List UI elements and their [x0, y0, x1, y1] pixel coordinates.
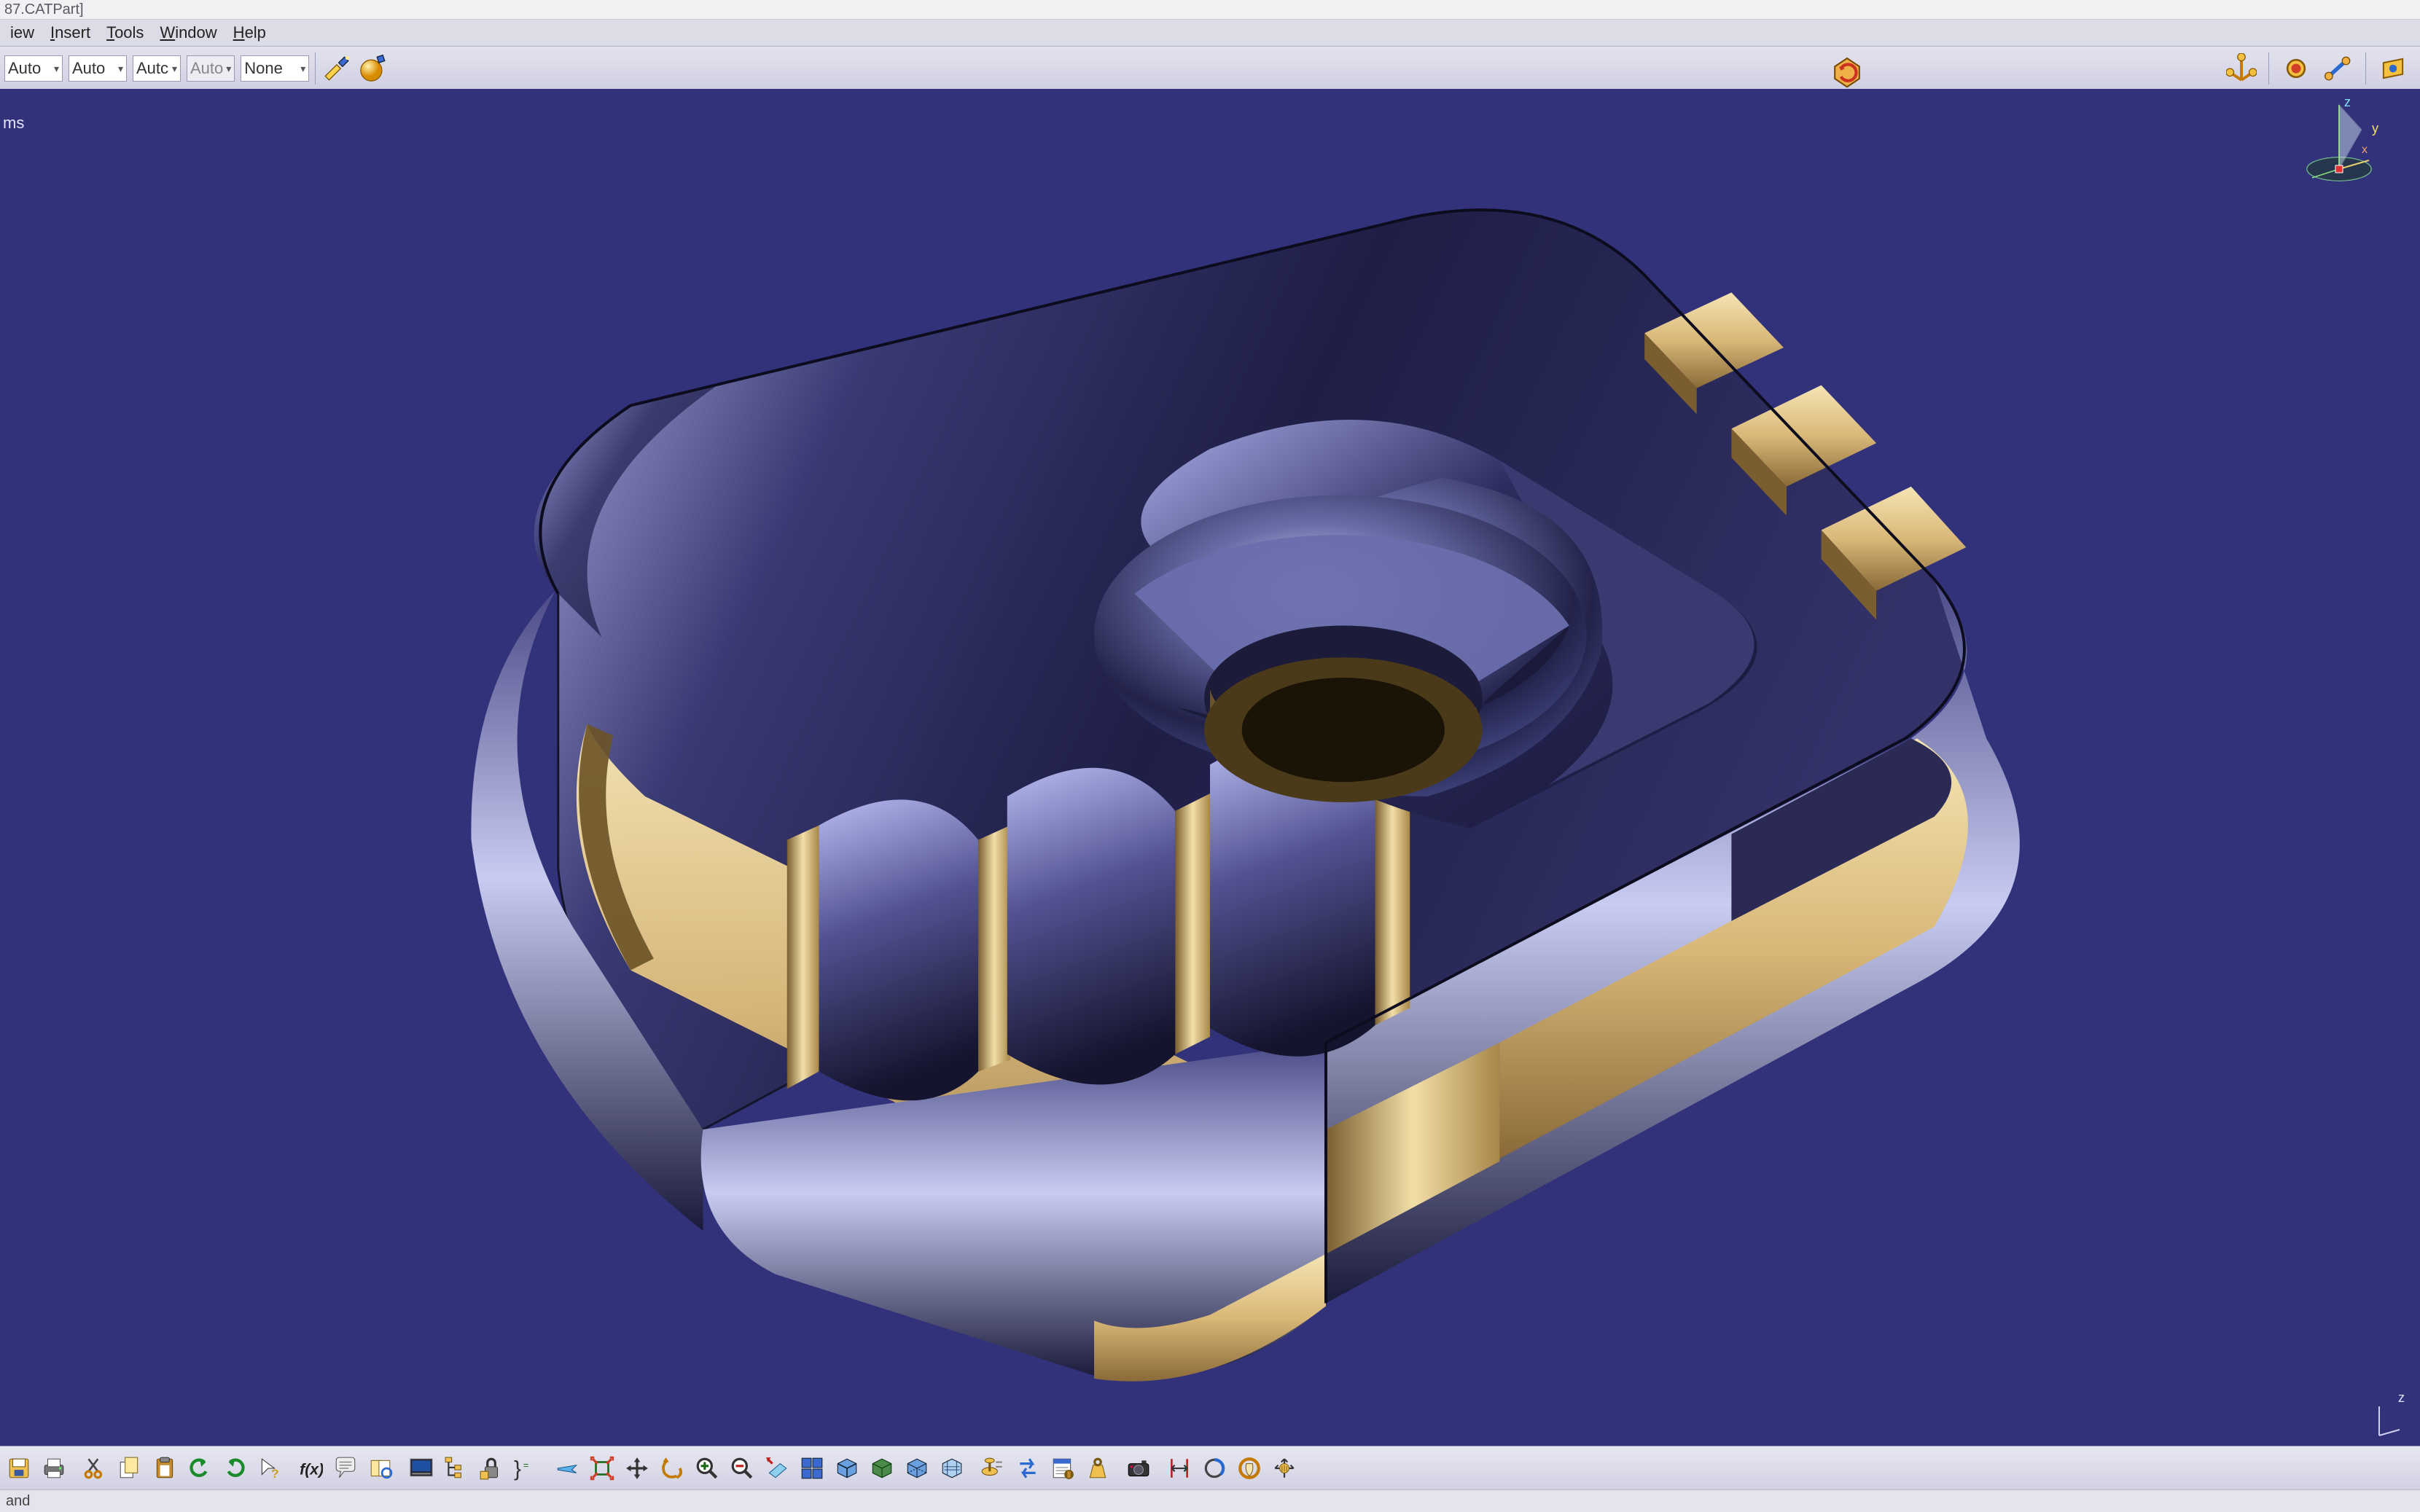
- svg-text:x: x: [2362, 144, 2368, 156]
- spec-tree-item[interactable]: ms: [0, 112, 27, 134]
- update-icon[interactable]: [1827, 48, 1867, 89]
- point-icon[interactable]: [2281, 53, 2311, 84]
- hidden-edges-icon[interactable]: [901, 1452, 933, 1484]
- wireframe-icon[interactable]: [936, 1452, 968, 1484]
- brace-icon[interactable]: }=: [510, 1452, 542, 1484]
- viewport-3d[interactable]: ms y x z z: [0, 89, 2420, 1446]
- menu-view[interactable]: iew: [3, 22, 42, 44]
- plane-icon[interactable]: [2378, 53, 2408, 84]
- svg-text:z: z: [2344, 96, 2351, 109]
- statusbar: and: [0, 1489, 2420, 1512]
- svg-text:?: ?: [271, 1467, 278, 1481]
- menubar: iew Insert Tools Window Help: [0, 20, 2420, 47]
- measure-between-icon[interactable]: [1163, 1452, 1195, 1484]
- formula-icon[interactable]: f(x): [294, 1452, 327, 1484]
- separator: [2365, 52, 2366, 85]
- pan-icon[interactable]: [621, 1452, 653, 1484]
- menu-insert[interactable]: Insert: [43, 22, 98, 44]
- fit-all-icon[interactable]: [586, 1452, 618, 1484]
- multiview-icon[interactable]: [796, 1452, 828, 1484]
- normal-view-icon[interactable]: [761, 1452, 793, 1484]
- lock-icon[interactable]: [475, 1452, 507, 1484]
- layer-combo[interactable]: None▾: [241, 55, 309, 82]
- svg-text:y: y: [2372, 121, 2378, 136]
- zoom-out-icon[interactable]: [726, 1452, 758, 1484]
- rotate-icon[interactable]: [656, 1452, 688, 1484]
- undo-icon[interactable]: [184, 1452, 216, 1484]
- hide-show-icon[interactable]: [977, 1452, 1009, 1484]
- manipulation-icon[interactable]: [1233, 1452, 1265, 1484]
- weight-icon[interactable]: [1082, 1452, 1114, 1484]
- properties-icon[interactable]: [1047, 1452, 1079, 1484]
- orbit-icon[interactable]: [1268, 1452, 1300, 1484]
- fly-icon[interactable]: [551, 1452, 583, 1484]
- color-combo[interactable]: Auto▾: [4, 55, 63, 82]
- titlebar: 87.CATPart]: [0, 0, 2420, 20]
- svg-text:f(x): f(x): [300, 1461, 323, 1478]
- dynamic-sectioning-icon[interactable]: [1198, 1452, 1230, 1484]
- redo-icon[interactable]: [219, 1452, 251, 1484]
- apply-material-icon[interactable]: [358, 53, 389, 84]
- document-title: 87.CATPart]: [4, 1, 84, 18]
- separator: [2268, 52, 2269, 85]
- swap-space-icon[interactable]: [1012, 1452, 1044, 1484]
- view-axis-indicator: z: [2373, 1393, 2407, 1441]
- iso-view-icon[interactable]: [831, 1452, 863, 1484]
- svg-text:z: z: [2398, 1393, 2405, 1405]
- tree-view-icon[interactable]: [440, 1452, 472, 1484]
- shading-mode-icon[interactable]: [866, 1452, 898, 1484]
- separator: [315, 52, 316, 85]
- paste-icon[interactable]: [149, 1452, 181, 1484]
- cad-part: [121, 116, 2299, 1419]
- camera-icon[interactable]: [1123, 1452, 1155, 1484]
- line-icon[interactable]: [2323, 53, 2354, 84]
- svg-text:=: =: [523, 1460, 528, 1470]
- painter-icon[interactable]: [321, 53, 352, 84]
- cut-icon[interactable]: [79, 1452, 111, 1484]
- graphic-properties-toolbar: Auto▾ Auto▾ Autc▾ Auto▾ None▾: [0, 47, 2420, 91]
- menu-help[interactable]: Help: [226, 22, 273, 44]
- svg-text:}: }: [514, 1457, 521, 1481]
- axis-system-icon[interactable]: [2226, 53, 2257, 84]
- menu-window[interactable]: Window: [152, 22, 224, 44]
- compass[interactable]: y x z: [2292, 96, 2394, 198]
- whats-this-icon[interactable]: ?: [254, 1452, 286, 1484]
- zoom-in-icon[interactable]: [691, 1452, 723, 1484]
- copy-icon[interactable]: [114, 1452, 146, 1484]
- lineweight-combo[interactable]: Autc▾: [133, 55, 181, 82]
- save-icon[interactable]: [3, 1452, 35, 1484]
- linetype-combo: Auto▾: [187, 55, 235, 82]
- transparency-combo[interactable]: Auto▾: [69, 55, 127, 82]
- comment-icon[interactable]: [329, 1452, 362, 1484]
- image-capture-icon[interactable]: [405, 1452, 437, 1484]
- print-icon[interactable]: [38, 1452, 70, 1484]
- status-message: and: [6, 1493, 30, 1510]
- bottom-toolbar: ? f(x) }=: [0, 1446, 2420, 1490]
- catalog-icon[interactable]: [364, 1452, 397, 1484]
- menu-tools[interactable]: Tools: [99, 22, 151, 44]
